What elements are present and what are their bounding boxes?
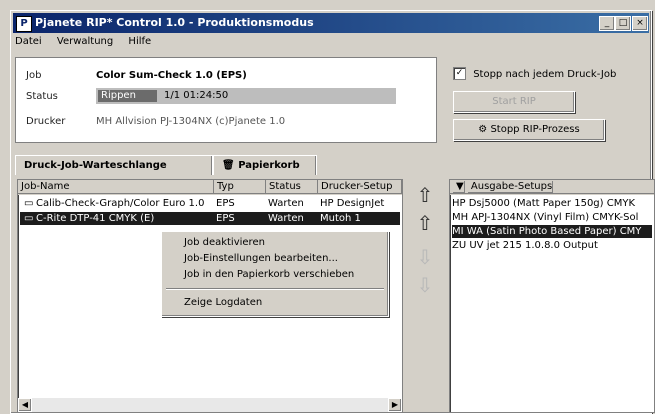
move-top-icon[interactable]: ⇧ <box>413 183 437 207</box>
start-rip-button[interactable]: Start RIP <box>453 91 575 113</box>
list-header: Job-Name Typ Status Drucker-Setup <box>18 180 402 195</box>
list-item[interactable]: MI WA (Satin Photo Based Paper) CMY <box>452 225 652 238</box>
list-item[interactable]: ZU UV jet 215 1.0.8.0 Output <box>452 239 652 252</box>
minimize-button[interactable]: _ <box>599 16 615 31</box>
scroll-right-icon[interactable]: ▶ <box>388 398 402 412</box>
dropdown-icon: ▼ <box>453 181 465 193</box>
tab-trash[interactable]: 🗑 Papierkorb <box>213 155 317 175</box>
menu-bar: Datei Verwaltung Hilfe <box>15 36 163 52</box>
tab-job-queue[interactable]: Druck-Job-Warteschlange <box>15 155 213 175</box>
row-setup: HP DesignJet <box>320 198 385 209</box>
menu-hilfe[interactable]: Hilfe <box>128 36 151 47</box>
table-row[interactable]: ▭ C-Rite DTP-41 CMYK (E) EPS Warten Muto… <box>20 212 400 225</box>
move-down-icon[interactable]: ⇩ <box>413 245 437 269</box>
context-menu: Job deaktivieren Job-Einstellungen bearb… <box>161 231 389 317</box>
trash-icon: 🗑 <box>222 160 235 171</box>
row-type: EPS <box>216 213 235 224</box>
job-value: Color Sum-Check 1.0 (EPS) <box>96 70 247 81</box>
status-state: Rippen <box>98 90 157 102</box>
col-jobname[interactable]: Job-Name <box>18 180 214 194</box>
maximize-button[interactable]: □ <box>615 16 631 31</box>
row-status: Warten <box>268 213 304 224</box>
app-icon: P <box>16 16 32 32</box>
table-row[interactable]: ▭ Calib-Check-Graph/Color Euro 1.0 EPS W… <box>20 197 400 210</box>
printer-value: MH Allvision PJ-1304NX (c)Pjanete 1.0 <box>96 116 286 127</box>
main-window: P Pjanete RIP* Control 1.0 - Produktions… <box>10 10 655 414</box>
list-item[interactable]: MH APJ-1304NX (Vinyl Film) CMYK-Sol <box>452 211 652 224</box>
status-label: Status <box>26 91 58 102</box>
menu-item-show-log[interactable]: Zeige Logdaten <box>184 296 262 310</box>
col-status[interactable]: Status <box>266 180 318 194</box>
document-icon: ▭ <box>24 198 34 209</box>
stop-after-job-label: Stopp nach jedem Druck-Job <box>473 68 617 80</box>
menu-item-deactivate-job[interactable]: Job deaktivieren <box>184 236 265 250</box>
row-setup: Mutoh 1 <box>320 213 361 224</box>
col-setup[interactable]: Drucker-Setup <box>318 180 402 194</box>
stop-rip-label: Stopp RIP-Prozess <box>490 124 580 135</box>
status-value: 1/1 01:24:50 <box>164 90 229 101</box>
output-setups-header[interactable]: ▼ Ausgabe-Setups <box>450 180 654 195</box>
menu-verwaltung[interactable]: Verwaltung <box>57 36 113 47</box>
reorder-controls: ⇧ ⇧ ⇩ ⇩ <box>407 179 443 411</box>
status-progress: Rippen 1/1 01:24:50 <box>96 88 396 104</box>
col-type[interactable]: Typ <box>214 180 266 194</box>
row-status: Warten <box>268 198 304 209</box>
stop-after-job-option[interactable]: ✓ Stopp nach jedem Druck-Job <box>453 67 616 80</box>
move-up-icon[interactable]: ⇧ <box>413 211 437 235</box>
scroll-left-icon[interactable]: ◀ <box>18 398 32 412</box>
title-bar[interactable]: P Pjanete RIP* Control 1.0 - Produktions… <box>13 13 649 33</box>
tab-job-queue-label: Druck-Job-Warteschlange <box>24 160 167 171</box>
menu-datei[interactable]: Datei <box>15 36 42 47</box>
stop-rip-button[interactable]: ⚙ Stopp RIP-Prozess <box>453 119 605 141</box>
tab-trash-label: Papierkorb <box>238 160 300 171</box>
job-label: Job <box>26 70 42 81</box>
gear-icon: ⚙ <box>478 124 488 135</box>
menu-item-move-to-trash[interactable]: Job in den Papierkorb verschieben <box>184 268 354 282</box>
row-name: C-Rite DTP-41 CMYK (E) <box>36 213 155 224</box>
horizontal-scrollbar[interactable]: ◀ ▶ <box>18 398 402 412</box>
document-icon: ▭ <box>24 213 34 224</box>
menu-separator <box>166 288 384 290</box>
row-name: Calib-Check-Graph/Color Euro 1.0 <box>36 198 205 209</box>
row-type: EPS <box>216 198 235 209</box>
output-setups-title: Ausgabe-Setups <box>467 181 554 193</box>
close-button[interactable]: × <box>632 16 648 31</box>
printer-label: Drucker <box>26 116 66 127</box>
job-info-panel: Job Color Sum-Check 1.0 (EPS) Status Rip… <box>15 57 437 143</box>
move-bottom-icon[interactable]: ⇩ <box>413 273 437 297</box>
list-item[interactable]: HP Dsj5000 (Matt Paper 150g) CMYK <box>452 197 652 210</box>
window-title: Pjanete RIP* Control 1.0 - Produktionsmo… <box>35 16 314 29</box>
menu-item-edit-job-settings[interactable]: Job-Einstellungen bearbeiten... <box>184 252 338 266</box>
stop-after-job-checkbox[interactable]: ✓ <box>453 67 466 80</box>
output-setups-list[interactable]: ▼ Ausgabe-Setups HP Dsj5000 (Matt Paper … <box>449 179 655 413</box>
